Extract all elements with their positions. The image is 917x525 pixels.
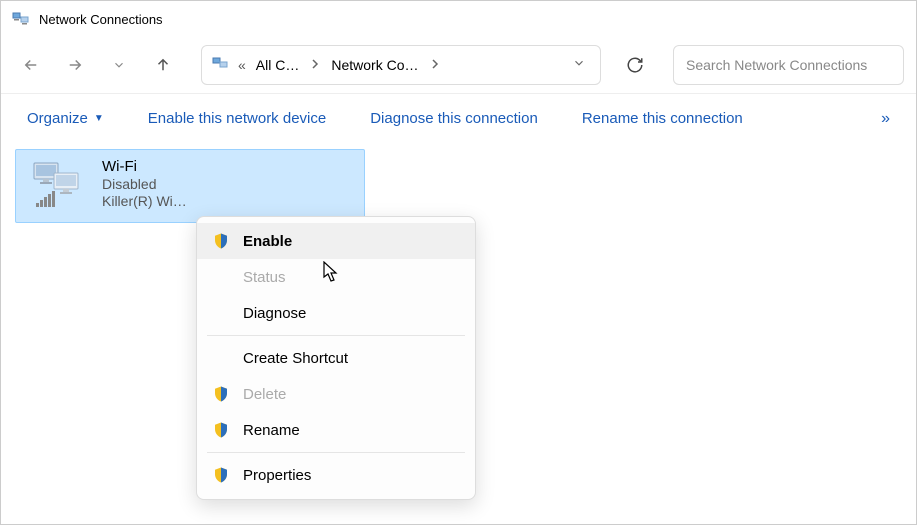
enable-device-label: Enable this network device bbox=[148, 110, 326, 127]
ctx-enable[interactable]: Enable bbox=[197, 223, 475, 259]
command-bar: Organize ▼ Enable this network device Di… bbox=[1, 93, 916, 143]
shield-icon bbox=[211, 420, 231, 440]
ctx-rename[interactable]: Rename bbox=[197, 412, 475, 448]
ctx-delete-label: Delete bbox=[243, 386, 286, 403]
rename-button[interactable]: Rename this connection bbox=[574, 106, 751, 131]
shield-icon bbox=[211, 384, 231, 404]
connection-text: Wi-Fi Disabled Killer(R) Wi… bbox=[102, 156, 187, 209]
breadcrumb-separator bbox=[309, 58, 321, 72]
rename-label: Rename this connection bbox=[582, 110, 743, 127]
search-box[interactable] bbox=[673, 45, 904, 85]
connection-item-wifi[interactable]: Wi-Fi Disabled Killer(R) Wi… bbox=[15, 149, 365, 223]
connection-name: Wi-Fi bbox=[102, 158, 187, 175]
connection-status: Disabled bbox=[102, 176, 187, 192]
blank-icon bbox=[211, 267, 231, 287]
address-bar[interactable]: « All C… Network Co… bbox=[201, 45, 601, 85]
overflow-button[interactable]: » bbox=[873, 106, 898, 132]
app-icon bbox=[11, 9, 31, 29]
address-dropdown[interactable] bbox=[566, 56, 592, 75]
diagnose-label: Diagnose this connection bbox=[370, 110, 538, 127]
ctx-properties[interactable]: Properties bbox=[197, 457, 475, 493]
shield-icon bbox=[211, 231, 231, 251]
enable-device-button[interactable]: Enable this network device bbox=[140, 106, 334, 131]
blank-icon bbox=[211, 348, 231, 368]
organize-menu[interactable]: Organize ▼ bbox=[19, 106, 112, 131]
network-adapter-icon bbox=[26, 156, 90, 214]
navbar: « All C… Network Co… bbox=[1, 37, 916, 93]
ctx-properties-label: Properties bbox=[243, 467, 311, 484]
connection-adapter: Killer(R) Wi… bbox=[102, 193, 187, 209]
breadcrumb-item-1[interactable]: Network Co… bbox=[327, 55, 422, 75]
dropdown-caret-icon: ▼ bbox=[94, 113, 104, 124]
recent-dropdown[interactable] bbox=[101, 47, 137, 83]
forward-button[interactable] bbox=[57, 47, 93, 83]
organize-label: Organize bbox=[27, 110, 88, 127]
back-button[interactable] bbox=[13, 47, 49, 83]
ctx-rename-label: Rename bbox=[243, 422, 300, 439]
ctx-create-shortcut-label: Create Shortcut bbox=[243, 350, 348, 367]
ctx-status-label: Status bbox=[243, 269, 286, 286]
ctx-enable-label: Enable bbox=[243, 233, 292, 250]
context-menu: Enable Status Diagnose Create Shortcut D… bbox=[196, 216, 476, 500]
ctx-diagnose-label: Diagnose bbox=[243, 305, 306, 322]
breadcrumb-prefix: « bbox=[238, 57, 246, 73]
shield-icon bbox=[211, 465, 231, 485]
ctx-create-shortcut[interactable]: Create Shortcut bbox=[197, 340, 475, 376]
refresh-button[interactable] bbox=[615, 45, 655, 85]
menu-separator bbox=[207, 452, 465, 453]
ctx-diagnose[interactable]: Diagnose bbox=[197, 295, 475, 331]
window-title: Network Connections bbox=[39, 12, 163, 27]
up-button[interactable] bbox=[145, 47, 181, 83]
ctx-status: Status bbox=[197, 259, 475, 295]
ctx-delete: Delete bbox=[197, 376, 475, 412]
breadcrumb-item-0[interactable]: All C… bbox=[252, 55, 304, 75]
menu-separator bbox=[207, 335, 465, 336]
search-input[interactable] bbox=[686, 57, 891, 73]
blank-icon bbox=[211, 303, 231, 323]
breadcrumb-separator bbox=[429, 58, 441, 72]
location-icon bbox=[210, 54, 232, 76]
titlebar: Network Connections bbox=[1, 1, 916, 37]
diagnose-button[interactable]: Diagnose this connection bbox=[362, 106, 546, 131]
